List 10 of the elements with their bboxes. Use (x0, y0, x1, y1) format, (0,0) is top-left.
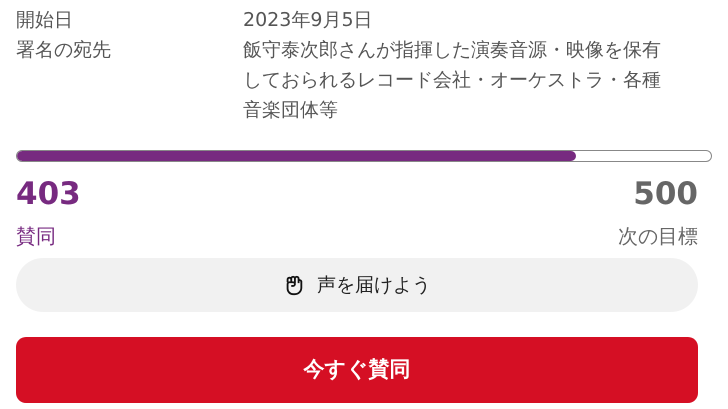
detail-value: 飯守泰次郎さんが指揮した演奏音源・映像を保有しておられるレコード会社・オーケストラ・各種音楽団体等 (243, 38, 662, 123)
goal-label: 次の目標 (618, 223, 698, 250)
detail-label: 署名の宛先 (16, 38, 112, 63)
goal-count: 500 (633, 175, 698, 214)
sign-button[interactable]: 今すぐ賛同 (16, 337, 698, 403)
count-label: 賛同 (16, 223, 56, 250)
share-button[interactable]: 声を届けよう (16, 258, 698, 312)
detail-value: 2023年9月5日 (243, 8, 374, 33)
signature-count: 403 (16, 175, 81, 214)
detail-label: 開始日 (16, 8, 74, 33)
